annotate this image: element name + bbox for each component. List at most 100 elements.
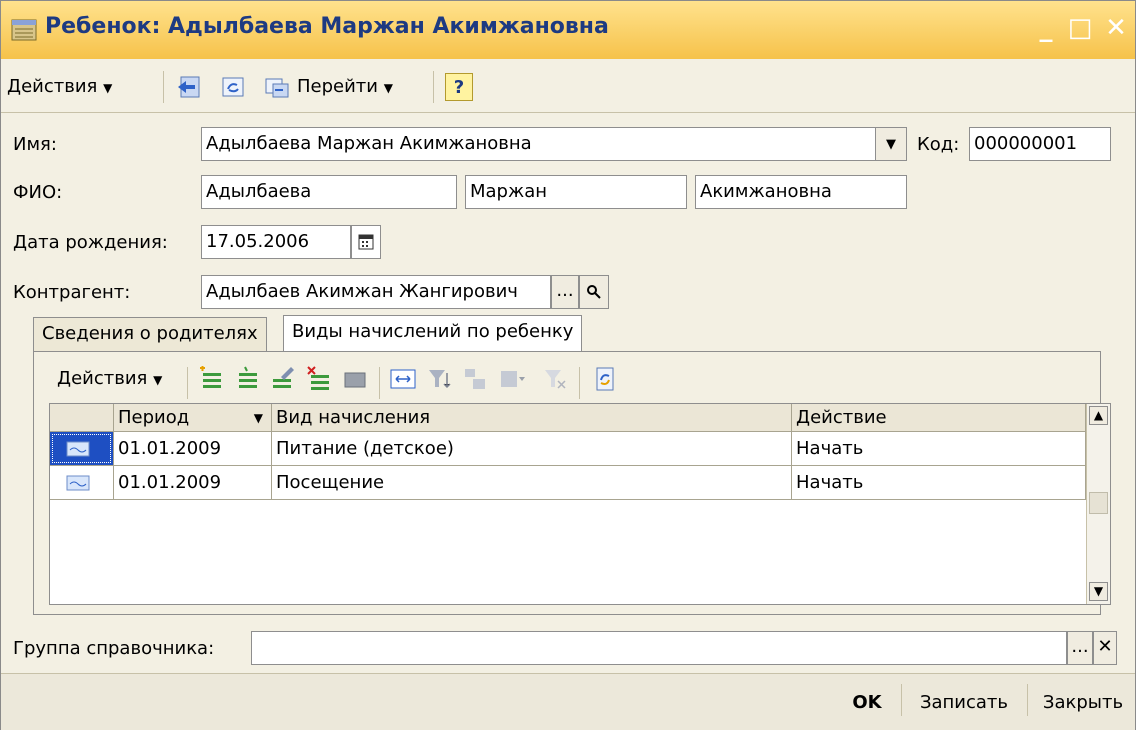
scroll-up-button[interactable]: ▲ [1089,406,1108,425]
maximize-button[interactable]: □ [1065,12,1095,44]
accruals-table[interactable]: Период ▼ Вид начисления Действие 01.01.2… [49,403,1111,605]
grid-actions-label: Действия [57,368,148,389]
ok-button[interactable]: OK [837,686,897,720]
dropdown-arrow-icon: ▼ [103,81,113,95]
table-row-marker[interactable] [50,432,114,466]
actions-menu[interactable]: Действия ▼ [7,73,112,101]
goto-menu-label: Перейти [297,76,378,97]
row-record-icon [66,475,90,491]
name-dropdown-button[interactable]: ▼ [875,127,907,161]
group-input[interactable] [251,631,1067,665]
column-header-action-label: Действие [796,407,887,428]
table-cell-kind[interactable]: Питание (детское) [272,432,792,466]
contractor-label: Контрагент: [13,282,131,303]
birth-date-label: Дата рождения: [13,232,168,253]
button-separator [1027,684,1028,716]
column-header-period-label: Период [118,407,190,428]
table-cell-kind[interactable]: Посещение [272,466,792,500]
group-clear-button[interactable]: ✕ [1093,631,1117,665]
contractor-open-button[interactable] [579,275,609,309]
close-button[interactable]: Закрыть [1031,686,1135,720]
save-row-icon[interactable] [341,365,369,393]
table-cell-action[interactable]: Начать [792,466,1086,500]
code-label: Код: [917,134,960,155]
grid-actions-menu[interactable]: Действия ▼ [57,365,162,393]
first-name-input[interactable]: Маржан [465,175,687,209]
fio-label: ФИО: [13,182,63,203]
code-input[interactable]: 000000001 [969,127,1111,161]
save-button-label: Записать [919,692,1009,713]
chevron-down-icon: ▼ [1093,584,1104,598]
row-record-icon [66,441,90,457]
contractor-select-button[interactable]: ... [551,275,579,309]
group-label: Группа справочника: [13,638,215,659]
table-cell-period[interactable]: 01.01.2009 [114,432,272,466]
scroll-thumb[interactable] [1089,492,1108,514]
actions-menu-label: Действия [7,76,98,97]
sort-desc-icon: ▼ [253,411,263,425]
table-cell-period[interactable]: 01.01.2009 [114,466,272,500]
chevron-down-icon: ▼ [886,137,896,152]
toolbar-separator [379,367,380,399]
contractor-input[interactable]: Адылбаев Акимжан Жангирович [201,275,551,309]
tab-parents-info[interactable]: Сведения о родителях [33,317,267,351]
action-value: Начать [796,438,864,459]
column-header-period[interactable]: Период ▼ [114,404,272,432]
back-arrow-icon[interactable] [175,73,203,101]
birth-date-input[interactable]: 17.05.2006 [201,225,351,259]
group-select-button[interactable]: ... [1067,631,1093,665]
edit-row-icon[interactable] [269,365,297,393]
column-header-action[interactable]: Действие [792,404,1086,432]
table-row-marker[interactable] [50,466,114,500]
name-label: Имя: [13,134,57,155]
fit-columns-icon[interactable] [389,365,417,393]
save-button[interactable]: Записать [905,686,1023,720]
catalog-form-icon [11,19,37,41]
title-bar[interactable]: Ребенок: Адылбаева Маржан Акимжановна _ … [1,1,1135,59]
period-value: 01.01.2009 [118,438,222,459]
refresh-form-icon[interactable] [219,73,247,101]
main-toolbar: Действия ▼ Перейти ▼ ? [1,61,1135,113]
table-scrollbar[interactable]: ▲ ▼ [1086,404,1110,604]
form-window: Ребенок: Адылбаева Маржан Акимжановна _ … [0,0,1136,730]
tab-accrual-types[interactable]: Виды начислений по ребенку [283,315,583,351]
table-cell-action[interactable]: Начать [792,432,1086,466]
refresh-grid-icon[interactable] [591,365,619,393]
tab-accrual-types-label: Виды начислений по ребенку [292,321,574,342]
minimize-button[interactable]: _ [1031,12,1061,44]
period-value: 01.01.2009 [118,472,222,493]
column-header-kind[interactable]: Вид начисления [272,404,792,432]
kind-value: Посещение [276,472,385,493]
row-marker-header [50,404,114,432]
clear-icon: ✕ [1097,636,1113,657]
close-window-button[interactable]: ✕ [1101,12,1131,44]
tab-parents-info-label: Сведения о родителях [42,323,258,344]
sort-filter-icon[interactable] [425,365,453,393]
bottom-button-bar: OK Записать Закрыть [1,673,1135,730]
name-value: Адылбаева Маржан Акимжановна [206,133,532,154]
copy-row-icon[interactable] [233,365,261,393]
add-row-icon[interactable] [197,365,225,393]
kind-value: Питание (детское) [276,438,454,459]
code-value: 000000001 [974,133,1078,154]
hierarchy-icon[interactable] [461,365,489,393]
name-input[interactable]: Адылбаева Маржан Акимжановна [201,127,907,161]
goto-icon[interactable] [263,73,291,101]
ellipsis-icon: ... [1071,636,1089,657]
patronymic-value: Акимжановна [700,181,832,202]
dropdown-arrow-icon: ▼ [153,373,163,387]
calendar-icon [358,234,374,250]
toolbar-separator [433,71,434,103]
delete-row-icon[interactable] [305,365,333,393]
list-mode-icon[interactable] [497,365,525,393]
help-button[interactable]: ? [445,73,473,101]
last-name-input[interactable]: Адылбаева [201,175,457,209]
clear-filter-icon[interactable] [541,365,569,393]
scroll-down-button[interactable]: ▼ [1089,582,1108,601]
dropdown-arrow-icon: ▼ [383,81,393,95]
patronymic-input[interactable]: Акимжановна [695,175,907,209]
calendar-button[interactable] [351,225,381,259]
column-header-kind-label: Вид начисления [276,407,431,428]
toolbar-separator [579,367,580,399]
goto-menu[interactable]: Перейти ▼ [297,73,393,101]
